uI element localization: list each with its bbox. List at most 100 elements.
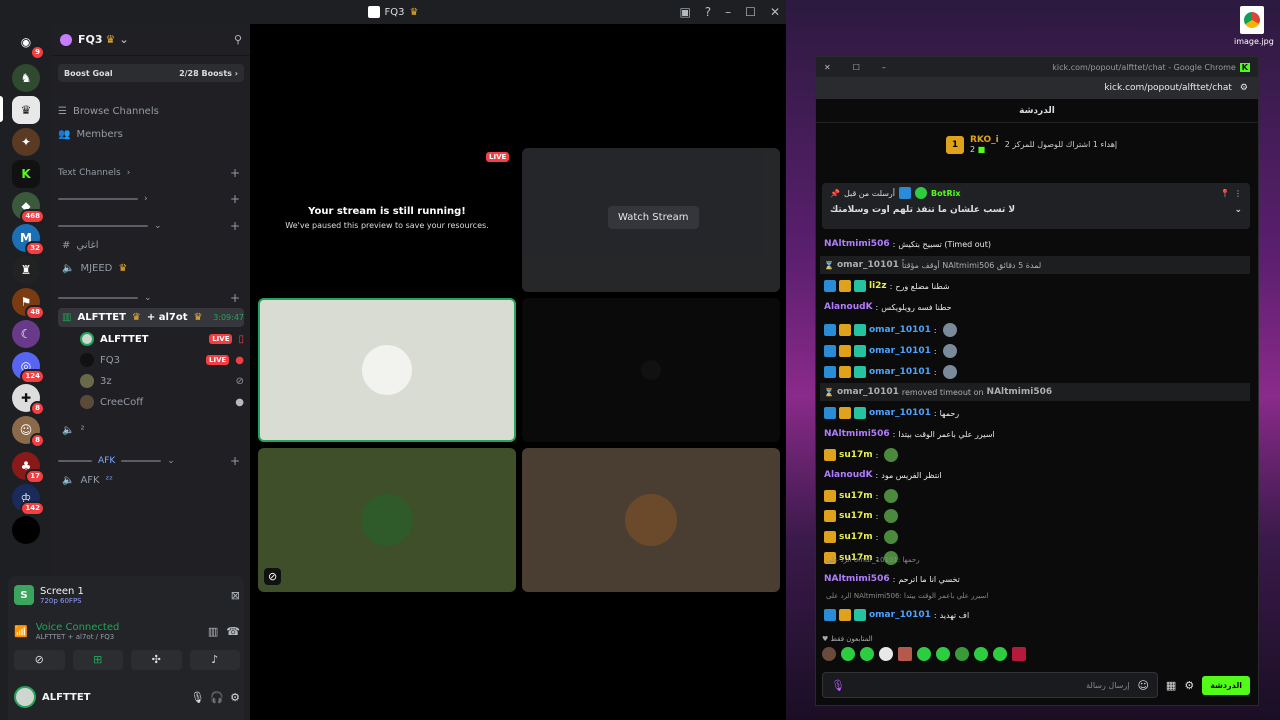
chat-username[interactable]: NAltmimi506: [824, 239, 890, 249]
screen-share-button[interactable]: ⊞: [72, 650, 123, 670]
chat-username[interactable]: NAltmimi506: [824, 574, 890, 584]
server-icon[interactable]: ♣ 17: [12, 452, 45, 484]
chat-message[interactable]: AlanoudK: حطنا فسه رويلويكس: [824, 298, 1250, 316]
system-message[interactable]: ⌛ omar_10101 removed timeout on NAltmimi506: [820, 383, 1250, 401]
chat-message[interactable]: su17m:: [824, 528, 1250, 546]
boost-goal[interactable]: Boost Goal 2/28 Boosts ›: [58, 64, 244, 82]
chat-username[interactable]: AlanoudK: [824, 470, 873, 480]
mic-icon[interactable]: 🎙: [190, 691, 204, 704]
voice-channel-afk[interactable]: 🔈 AFK ᶻᶻ: [58, 471, 244, 489]
mic-icon[interactable]: 🎙: [831, 679, 845, 692]
chat-username[interactable]: omar_10101: [869, 367, 931, 377]
active-voice-channel[interactable]: ▥ ALFTTET ♛ + al7ot ♛ 3:09:47: [58, 308, 244, 327]
close-icon[interactable]: ✕: [770, 5, 780, 19]
emote-icon[interactable]: [898, 647, 912, 661]
send-button[interactable]: الدردشة: [1202, 675, 1250, 695]
add-channel-icon[interactable]: +: [230, 192, 240, 206]
members-link[interactable]: 👥 Members: [58, 125, 244, 143]
server-icon[interactable]: ✦: [12, 128, 40, 156]
help-icon[interactable]: ?: [705, 5, 711, 19]
emote-icon[interactable]: [936, 647, 950, 661]
add-channel-icon[interactable]: +: [230, 219, 240, 233]
camera-off-button[interactable]: ⊘: [14, 650, 65, 670]
category-text-channels[interactable]: Text Channels › +: [58, 164, 244, 182]
disconnect-icon[interactable]: ☎: [226, 625, 240, 638]
chat-message[interactable]: omar_10101: رحمها: [824, 404, 1250, 422]
chat-message[interactable]: AlanoudK: انتظر الفريس مود: [824, 466, 1250, 484]
noise-icon[interactable]: ▥: [208, 625, 218, 638]
chat-username[interactable]: li2z: [869, 281, 887, 291]
emote-icon[interactable]: [860, 647, 874, 661]
server-icon[interactable]: ☺ 8: [12, 416, 45, 448]
minimize-icon[interactable]: –: [882, 63, 886, 72]
voice-channel[interactable]: 🔈 MJEED ♛: [58, 259, 244, 277]
desktop-file-icon[interactable]: image.jpg: [1234, 6, 1274, 46]
pin-icon[interactable]: 📍: [1220, 189, 1230, 198]
chat-username[interactable]: su17m: [839, 450, 873, 460]
inbox-icon[interactable]: ▣: [679, 5, 690, 19]
emote-icon[interactable]: [974, 647, 988, 661]
chat-input[interactable]: 🎙 إرسال رسالة ☺: [822, 672, 1158, 698]
server-icon[interactable]: ◎ 124: [12, 352, 45, 384]
server-icon[interactable]: ♞: [12, 64, 40, 92]
voice-user[interactable]: FQ3 LIVE ●: [58, 351, 244, 369]
text-channel[interactable]: # اغاني: [58, 236, 244, 254]
emote-icon[interactable]: [879, 647, 893, 661]
kebab-menu-icon[interactable]: ⋮: [1234, 189, 1242, 198]
chat-message[interactable]: omar_10101:: [824, 342, 1250, 360]
stop-share-icon[interactable]: ⊠: [231, 589, 240, 602]
gear-icon[interactable]: ⚙: [230, 691, 240, 704]
server-icon[interactable]: ☾: [12, 320, 40, 348]
server-icon-active[interactable]: ♛: [12, 96, 40, 124]
chat-username[interactable]: omar_10101: [837, 387, 899, 397]
chat-message[interactable]: omar_10101:: [824, 363, 1250, 381]
server-icon[interactable]: ✚ 8: [12, 384, 45, 416]
target-username[interactable]: NAltmimi506: [987, 387, 1053, 397]
maximize-icon[interactable]: ☐: [853, 63, 860, 72]
emote-icon[interactable]: [993, 647, 1007, 661]
headphones-icon[interactable]: 🎧: [210, 691, 224, 704]
system-message[interactable]: ⌛ omar_10101 أوقف مؤقتاً NAltmimi506 لمدة …: [820, 256, 1250, 274]
emote-icon[interactable]: [955, 647, 969, 661]
category-collapsed[interactable]: ⌄ +: [58, 217, 244, 235]
video-tile[interactable]: ⊘: [258, 448, 516, 592]
chat-username[interactable]: omar_10101: [869, 346, 931, 356]
chat-username[interactable]: AlanoudK: [824, 302, 873, 312]
emoji-icon[interactable]: ☺: [1137, 679, 1148, 692]
category-collapsed[interactable]: › +: [58, 190, 244, 208]
chat-username[interactable]: omar_10101: [837, 260, 899, 270]
chat-username[interactable]: omar_10101: [869, 408, 931, 418]
chat-message[interactable]: li2z: شطنا مضلع ورح: [824, 277, 1250, 295]
voice-channel[interactable]: 🔈 ²: [58, 421, 244, 439]
url-bar[interactable]: kick.com/popout/alfttet/chat ⚙: [816, 77, 1258, 99]
chat-message[interactable]: NAltmimi506: تخسي انا ما اترحم: [824, 570, 1250, 588]
add-channel-icon[interactable]: +: [230, 454, 240, 468]
server-icon[interactable]: ◆ 468: [12, 192, 45, 224]
discord-home-icon[interactable]: ◉ 9: [12, 28, 45, 60]
server-icon[interactable]: ♜: [12, 256, 40, 284]
avatar[interactable]: [14, 686, 36, 708]
add-member-icon[interactable]: ⚲: [234, 33, 242, 46]
kick-server-icon[interactable]: K: [12, 160, 40, 188]
chat-username[interactable]: omar_10101: [869, 325, 931, 335]
voice-user[interactable]: ALFTTET LIVE ▯: [58, 330, 244, 348]
site-settings-icon[interactable]: ⚙: [1240, 83, 1248, 93]
video-tile[interactable]: [258, 298, 516, 442]
category-afk[interactable]: AFK ⌄ +: [58, 452, 244, 470]
pinned-message[interactable]: 📌 أرسلت من قبل BotRix 📍 ⋮ لا تسب علشان ما تن…: [822, 183, 1250, 229]
emote-icon[interactable]: [1012, 647, 1026, 661]
chat-username[interactable]: su17m: [839, 532, 873, 542]
category-collapsed[interactable]: ⌄ +: [58, 289, 244, 307]
video-tile[interactable]: [522, 448, 780, 592]
chat-username[interactable]: omar_10101: [869, 610, 931, 620]
chat-message[interactable]: omar_10101:: [824, 321, 1250, 339]
watch-stream-button[interactable]: Watch Stream: [608, 206, 699, 229]
chat-message[interactable]: su17m:: [824, 446, 1250, 464]
server-icon[interactable]: ⚑ 48: [12, 288, 45, 320]
server-icon[interactable]: [12, 516, 40, 544]
close-icon[interactable]: ✕: [824, 63, 831, 72]
chat-message[interactable]: NAltmimi506: اسيرر علي باعمر الوقت بيتدا: [824, 425, 1250, 443]
server-header[interactable]: FQ3 ♛ ⌄ ⚲: [52, 24, 250, 56]
chat-message[interactable]: omar_10101: اف تهديد: [824, 606, 1250, 624]
chat-username[interactable]: su17m: [839, 511, 873, 521]
